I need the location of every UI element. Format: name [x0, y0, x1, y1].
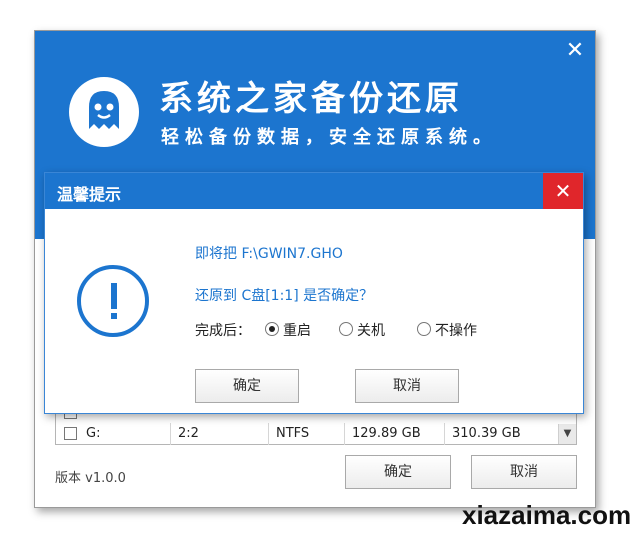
confirm-dialog: 温馨提示 ✕ 即将把 F:\GWIN7.GHO 还原到 C盘[1:1] 是否确定…: [44, 172, 584, 414]
app-title: 系统之家备份还原: [159, 79, 463, 119]
screenshot-stage: ✕ 系统之家备份还原 轻松备份数据，安全还原系统。 G: 2:2 NTFS 12…: [0, 0, 640, 545]
total-size-cell: 310.39 GB: [452, 426, 521, 441]
radio-unselected-icon[interactable]: [417, 322, 431, 336]
radio-unselected-icon[interactable]: [339, 322, 353, 336]
after-complete-label: 完成后：: [195, 323, 251, 339]
column-divider: [444, 423, 445, 445]
dialog-confirm-button[interactable]: 确定: [195, 369, 299, 403]
app-subtitle: 轻松备份数据，安全还原系统。: [161, 127, 497, 148]
dialog-title-bar: 温馨提示 ✕: [45, 173, 583, 209]
drive-cell: G:: [86, 426, 101, 441]
scroll-down-icon[interactable]: ▼: [558, 424, 576, 444]
radio-label: 重启: [283, 323, 311, 339]
exclamation-dot: [111, 313, 117, 319]
exclamation-bar: [111, 283, 117, 309]
partition-cell: 2:2: [178, 426, 199, 441]
dialog-title: 温馨提示: [57, 185, 122, 204]
watermark-text: xiazaima.com: [462, 500, 632, 530]
free-space-cell: 129.89 GB: [352, 426, 421, 441]
table-row[interactable]: G: 2:2 NTFS 129.89 GB 310.39 GB: [56, 423, 560, 445]
close-icon[interactable]: ✕: [563, 39, 587, 63]
target-message: 还原到 C盘[1:1] 是否确定？: [195, 288, 374, 304]
radio-selected-icon[interactable]: [265, 322, 279, 336]
dialog-close-icon[interactable]: ✕: [543, 173, 583, 209]
column-divider: [170, 423, 171, 445]
confirm-button[interactable]: 确定: [345, 455, 451, 489]
radio-label: 关机: [357, 323, 385, 339]
filesystem-cell: NTFS: [276, 426, 310, 441]
radio-label: 不操作: [435, 323, 477, 339]
source-message: 即将把 F:\GWIN7.GHO: [195, 246, 343, 262]
cancel-button[interactable]: 取消: [471, 455, 577, 489]
ghost-logo-icon: [69, 77, 139, 147]
column-divider: [344, 423, 345, 445]
version-label: 版本 v1.0.0: [55, 471, 126, 486]
row-checkbox[interactable]: [64, 427, 77, 440]
column-divider: [268, 423, 269, 445]
exclamation-icon: [77, 265, 149, 337]
dialog-cancel-button[interactable]: 取消: [355, 369, 459, 403]
